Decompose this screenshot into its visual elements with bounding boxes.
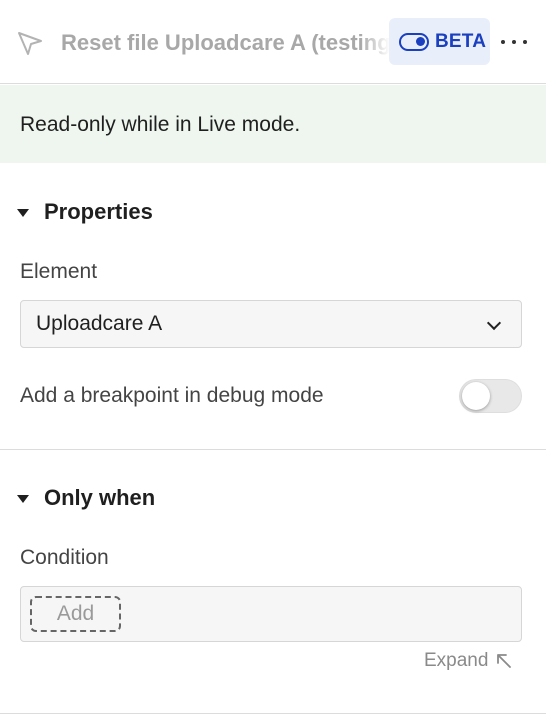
- toggle-icon: [399, 32, 429, 51]
- bottom-divider: [0, 713, 546, 714]
- breakpoint-toggle[interactable]: [459, 379, 522, 413]
- caret-down-icon: [17, 209, 29, 217]
- live-mode-notice: Read-only while in Live mode.: [0, 85, 546, 163]
- section-divider: [0, 449, 546, 450]
- breakpoint-label: Add a breakpoint in debug mode: [20, 384, 324, 407]
- more-options-icon[interactable]: [501, 31, 527, 53]
- beta-toggle-button[interactable]: BETA: [389, 18, 490, 65]
- title-fade: [360, 26, 390, 60]
- add-condition-button[interactable]: Add: [30, 596, 121, 632]
- chevron-down-icon: [486, 315, 502, 331]
- only-when-title: Only when: [44, 485, 156, 510]
- expand-button[interactable]: Expand: [424, 650, 512, 672]
- expand-label: Expand: [424, 650, 489, 671]
- panel-header: Reset file Uploadcare A (testing) BETA: [0, 0, 546, 84]
- element-select-value: Uploadcare A: [36, 312, 163, 335]
- action-title[interactable]: Reset file Uploadcare A (testing): [61, 28, 389, 58]
- beta-label: BETA: [435, 30, 487, 52]
- condition-label: Condition: [20, 546, 109, 569]
- condition-field[interactable]: Add: [20, 586, 522, 642]
- element-label: Element: [20, 260, 98, 283]
- only-when-section-toggle[interactable]: Only when: [17, 485, 155, 511]
- expand-arrow-icon: [497, 654, 512, 668]
- toggle-knob: [462, 382, 490, 410]
- notice-text: Read-only while in Live mode.: [20, 113, 301, 136]
- element-select[interactable]: Uploadcare A: [20, 300, 522, 348]
- properties-section-toggle[interactable]: Properties: [17, 199, 153, 225]
- caret-down-icon: [17, 495, 29, 503]
- properties-title: Properties: [44, 199, 153, 224]
- cursor-pointer-icon: [18, 32, 42, 55]
